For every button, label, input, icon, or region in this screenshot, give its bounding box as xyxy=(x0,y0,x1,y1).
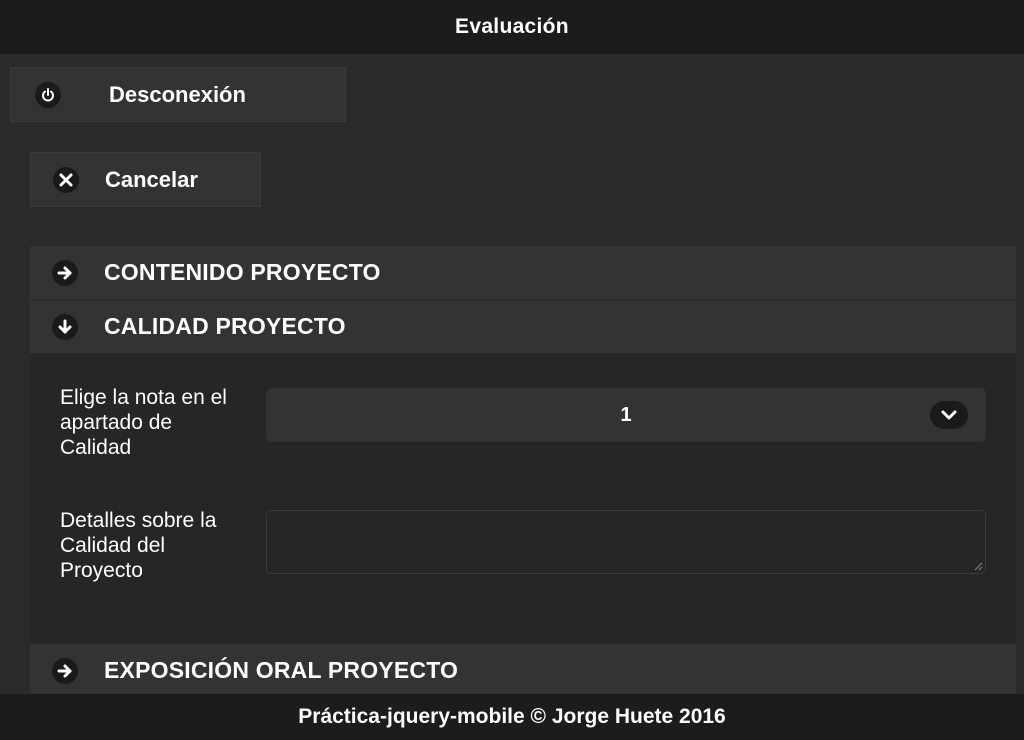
detalles-textarea[interactable] xyxy=(266,510,986,574)
section-header-calidad[interactable]: CALIDAD PROYECTO xyxy=(30,300,1016,354)
section-label: CALIDAD PROYECTO xyxy=(104,313,346,339)
section-label: EXPOSICIÓN ORAL PROYECTO xyxy=(104,657,459,683)
footer-text: Práctica-jquery-mobile © Jorge Huete 201… xyxy=(298,705,726,728)
nota-selected-value: 1 xyxy=(620,403,632,426)
resize-grip-icon[interactable] xyxy=(973,561,983,571)
arrow-down-icon xyxy=(52,313,78,340)
page-content: Desconexión Cancelar CONTENIDO PROYECTO xyxy=(0,54,1024,698)
chevron-down-icon xyxy=(930,401,968,429)
section-header-contenido[interactable]: CONTENIDO PROYECTO xyxy=(30,246,1016,300)
section-header-exposicion[interactable]: EXPOSICIÓN ORAL PROYECTO xyxy=(30,644,1016,698)
section-body-calidad: Elige la nota en el apartado de Calidad … xyxy=(30,354,1016,644)
detalles-label: Detalles sobre la Calidad del Proyecto xyxy=(60,509,217,582)
section-contenido-proyecto: CONTENIDO PROYECTO xyxy=(30,246,1016,300)
app-header: Evaluación xyxy=(0,0,1024,54)
cancel-label: Cancelar xyxy=(105,166,198,192)
section-exposicion-oral-proyecto: EXPOSICIÓN ORAL PROYECTO xyxy=(30,644,1016,698)
logout-label: Desconexión xyxy=(109,81,246,107)
close-icon xyxy=(53,166,79,193)
nota-label: Elige la nota en el apartado de Calidad xyxy=(60,386,227,459)
arrow-right-icon xyxy=(52,657,78,684)
section-calidad-proyecto: CALIDAD PROYECTO xyxy=(30,300,1016,354)
cancel-button[interactable]: Cancelar xyxy=(30,152,261,207)
logout-button[interactable]: Desconexión xyxy=(10,67,346,122)
page-title: Evaluación xyxy=(455,15,569,38)
nota-select[interactable]: 1 xyxy=(266,388,986,442)
app-footer: Práctica-jquery-mobile © Jorge Huete 201… xyxy=(0,694,1024,740)
power-icon xyxy=(35,81,61,108)
arrow-right-icon xyxy=(52,259,78,286)
section-label: CONTENIDO PROYECTO xyxy=(104,259,381,285)
